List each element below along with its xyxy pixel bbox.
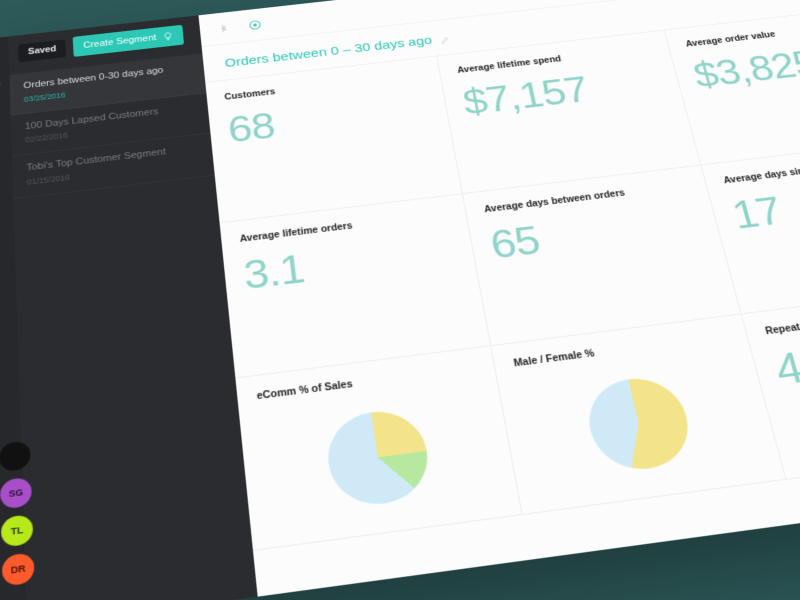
app-window: Saved Create Segment Orders between 0-30… [0, 0, 800, 600]
metric-value: $7,157 [460, 64, 664, 122]
metric-chart [518, 355, 762, 494]
metric-chart [259, 388, 499, 530]
pie-chart [581, 373, 697, 475]
target-icon[interactable] [247, 18, 264, 32]
bulb-icon[interactable] [0, 48, 1, 64]
metric-value: 68 [226, 90, 431, 149]
metric-value: 3.1 [242, 232, 458, 297]
avatar[interactable]: SG [0, 477, 32, 510]
collapse-icon[interactable] [216, 21, 233, 35]
metric-grid: Customers68Average lifetime spend$7,157A… [205, 4, 800, 597]
avatar[interactable] [0, 440, 31, 472]
clock-icon[interactable] [0, 76, 2, 92]
avatar[interactable]: TL [1, 514, 34, 548]
avatar-stack: SG TL DR [0, 440, 35, 586]
edit-title-icon[interactable] [439, 34, 451, 44]
pie-chart [322, 406, 433, 510]
avatar[interactable]: DR [2, 552, 35, 587]
main: Export ▾ Saved Orders between 0 – 30 day… [198, 0, 800, 597]
create-segment-label: Create Segment [83, 33, 157, 50]
metric-card: eComm % of Sales [235, 346, 522, 551]
bulb-icon [162, 31, 174, 41]
create-segment-button[interactable]: Create Segment [73, 25, 184, 57]
metric-card: Male / Female % [491, 314, 786, 515]
metric-value: 65 [488, 202, 702, 266]
saved-pill: Saved [18, 39, 66, 62]
